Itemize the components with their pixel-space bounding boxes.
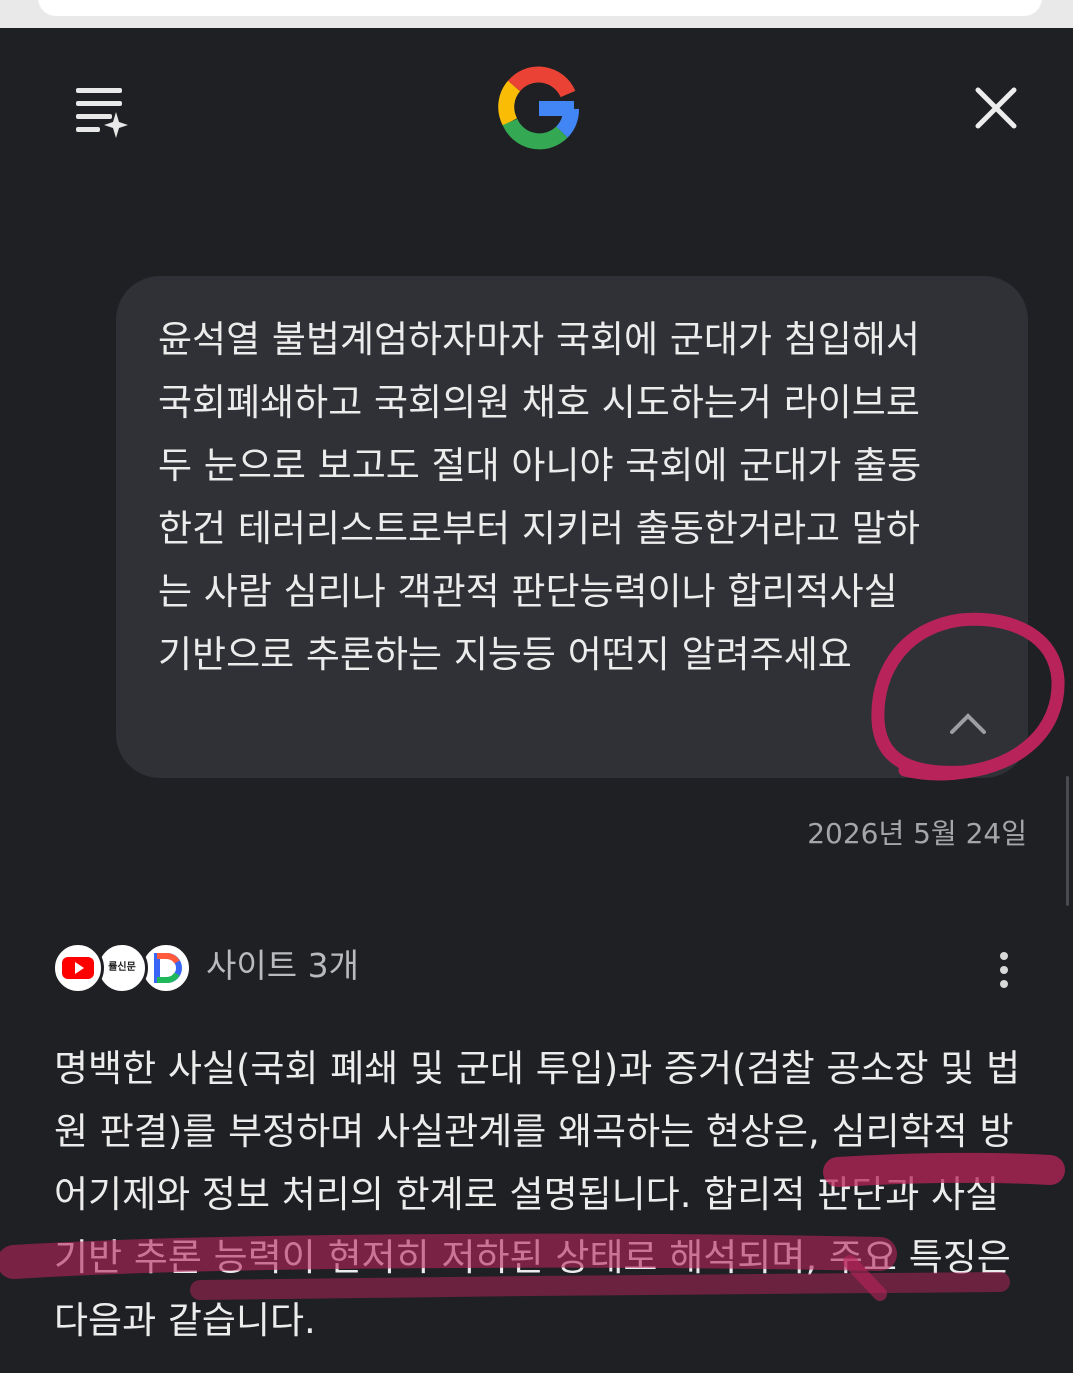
google-g-logo	[496, 64, 582, 150]
message-date: 2026년 5월 24일	[807, 817, 1027, 850]
history-sparkle-icon	[76, 88, 128, 138]
close-icon	[975, 87, 1017, 129]
history-menu-button[interactable]	[72, 84, 132, 140]
sources-row[interactable]: 률신문 사이트 3개	[52, 940, 1032, 1000]
user-message-bubble: 윤석열 불법계엄하자마자 국회에 군대가 침입해서 국회폐쇄하고 국회의원 채호…	[116, 276, 1028, 778]
user-message-text: 윤석열 불법계엄하자마자 국회에 군대가 침입해서 국회폐쇄하고 국회의원 채호…	[158, 318, 932, 676]
answer-text: 명백한 사실(국회 폐쇄 및 군대 투입)과 증거(검찰 공소장 및 법원 판결…	[54, 1047, 1021, 1342]
collapse-message-button[interactable]	[946, 708, 990, 738]
browser-top-strip	[0, 0, 1073, 28]
close-button[interactable]	[970, 82, 1022, 134]
more-vertical-icon	[1000, 952, 1008, 988]
youtube-icon	[52, 942, 104, 994]
chevron-up-icon	[950, 713, 986, 734]
sources-count-label: 사이트 3개	[206, 946, 359, 985]
scrollbar[interactable]	[1066, 776, 1069, 906]
address-bar-edge[interactable]	[38, 0, 1042, 16]
app-header	[0, 28, 1073, 188]
more-options-button[interactable]	[996, 950, 1012, 990]
